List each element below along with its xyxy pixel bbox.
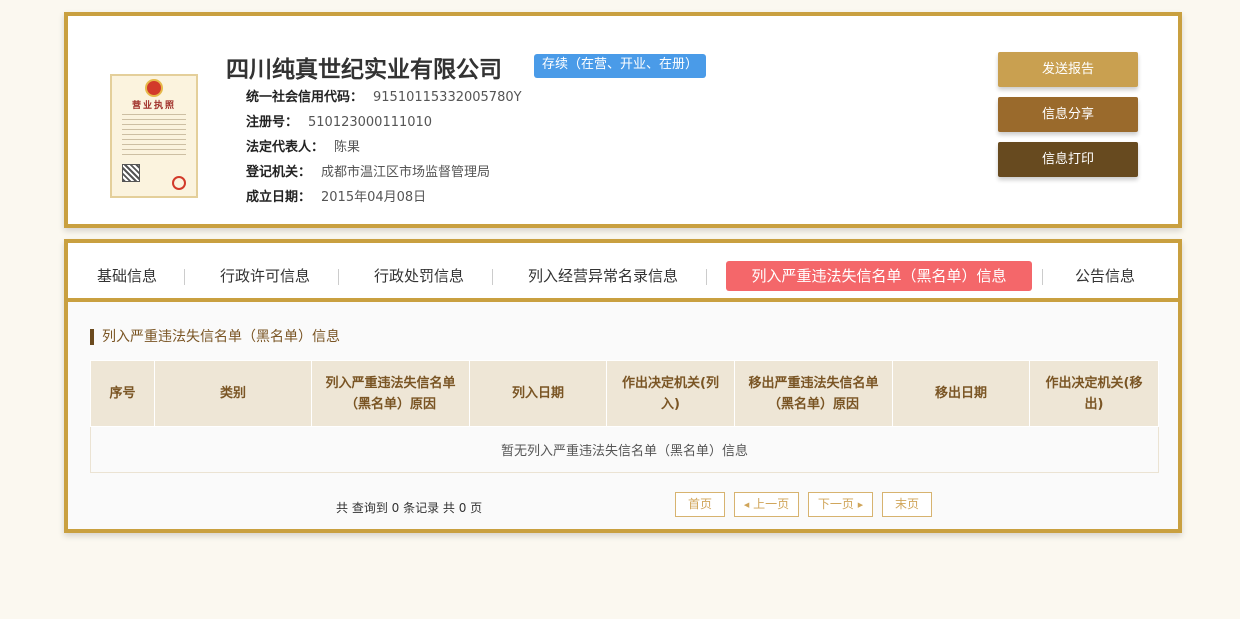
pagination-summary: 共 查询到 0 条记录 共 0 页 — [336, 501, 483, 515]
chevron-right-icon: ▶ — [857, 501, 864, 509]
national-emblem-icon — [145, 79, 163, 97]
establishment-date-row: 成立日期： 2015年04月08日 — [246, 186, 426, 205]
credit-code-value: 91510115332005780Y — [373, 90, 522, 105]
tab-administrative-license[interactable]: 行政许可信息 — [208, 261, 322, 291]
column-header-removal-reason: 移出严重违法失信名单（黑名单）原因 — [734, 360, 893, 427]
last-page-button[interactable]: 末页 — [882, 492, 932, 517]
column-header-listing-authority: 作出决定机关(列入) — [606, 360, 735, 427]
tab-announcements[interactable]: 公告信息 — [1066, 261, 1144, 291]
column-header-removal-date: 移出日期 — [892, 360, 1030, 427]
chevron-left-icon: ◀ — [743, 501, 750, 509]
registration-authority-value: 成都市温江区市场监督管理局 — [321, 165, 491, 180]
next-page-label: 下一页 — [817, 497, 854, 511]
registration-authority-row: 登记机关： 成都市温江区市场监督管理局 — [246, 161, 490, 180]
tab-separator — [1042, 269, 1043, 285]
legal-representative-value: 陈果 — [334, 140, 361, 155]
registration-number-value: 510123000111010 — [308, 115, 433, 130]
column-header-category: 类别 — [154, 360, 312, 427]
tab-separator — [338, 269, 339, 285]
credit-code-row: 统一社会信用代码： 91510115332005780Y — [246, 86, 522, 105]
table-header-row: 序号 类别 列入严重违法失信名单（黑名单）原因 列入日期 作出决定机关(列入) … — [90, 360, 1159, 427]
company-header-card: 营业执照 四川纯真世纪实业有限公司 存续（在营、开业、在册） 统一社会信用代码：… — [64, 12, 1182, 228]
tab-separator — [706, 269, 707, 285]
status-badge: 存续（在营、开业、在册） — [534, 54, 707, 78]
share-info-button[interactable]: 信息分享 — [998, 97, 1138, 132]
prev-page-label: 上一页 — [753, 497, 790, 511]
qr-code-icon — [122, 164, 140, 182]
establishment-date-value: 2015年04月08日 — [321, 190, 427, 205]
registration-number-label: 注册号： — [246, 115, 299, 130]
tab-administrative-penalty[interactable]: 行政处罚信息 — [362, 261, 476, 291]
license-title: 营业执照 — [131, 101, 176, 111]
column-header-listing-date: 列入日期 — [469, 360, 607, 427]
prev-page-button[interactable]: ◀ 上一页 — [734, 492, 799, 517]
tab-separator — [184, 269, 185, 285]
registration-number-row: 注册号： 510123000111010 — [246, 111, 432, 130]
table-row: 暂无列入严重违法失信名单（黑名单）信息 — [90, 426, 1159, 473]
company-name: 四川纯真世纪实业有限公司 — [226, 57, 502, 83]
tab-separator — [492, 269, 493, 285]
empty-message: 暂无列入严重违法失信名单（黑名单）信息 — [90, 426, 1159, 473]
first-page-button[interactable]: 首页 — [675, 492, 725, 517]
legal-representative-label: 法定代表人： — [246, 140, 325, 155]
seal-icon — [172, 176, 186, 190]
tab-basic-info[interactable]: 基础信息 — [84, 261, 170, 291]
credit-code-label: 统一社会信用代码： — [246, 90, 364, 105]
tab-abnormal-operations[interactable]: 列入经营异常名录信息 — [516, 261, 690, 291]
legal-representative-row: 法定代表人： 陈果 — [246, 136, 360, 155]
info-tabs: 基础信息 行政许可信息 行政处罚信息 列入经营异常名录信息 列入严重违法失信名单… — [68, 243, 1178, 302]
column-header-removal-authority: 作出决定机关(移出) — [1029, 360, 1159, 427]
business-license-image[interactable]: 营业执照 — [110, 74, 198, 198]
send-report-button[interactable]: 发送报告 — [998, 52, 1138, 87]
next-page-button[interactable]: 下一页 ▶ — [808, 492, 873, 517]
column-header-index: 序号 — [90, 360, 155, 427]
establishment-date-label: 成立日期： — [246, 190, 312, 205]
details-card: 基础信息 行政许可信息 行政处罚信息 列入经营异常名录信息 列入严重违法失信名单… — [64, 239, 1182, 533]
blacklist-table: 序号 类别 列入严重违法失信名单（黑名单）原因 列入日期 作出决定机关(列入) … — [90, 360, 1159, 473]
column-header-listing-reason: 列入严重违法失信名单（黑名单）原因 — [311, 360, 470, 427]
registration-authority-label: 登记机关： — [246, 165, 312, 180]
print-info-button[interactable]: 信息打印 — [998, 142, 1138, 177]
license-text-lines — [122, 114, 186, 158]
section-title: 列入严重违法失信名单（黑名单）信息 — [90, 329, 340, 345]
tab-blacklist[interactable]: 列入严重违法失信名单（黑名单）信息 — [726, 261, 1032, 291]
